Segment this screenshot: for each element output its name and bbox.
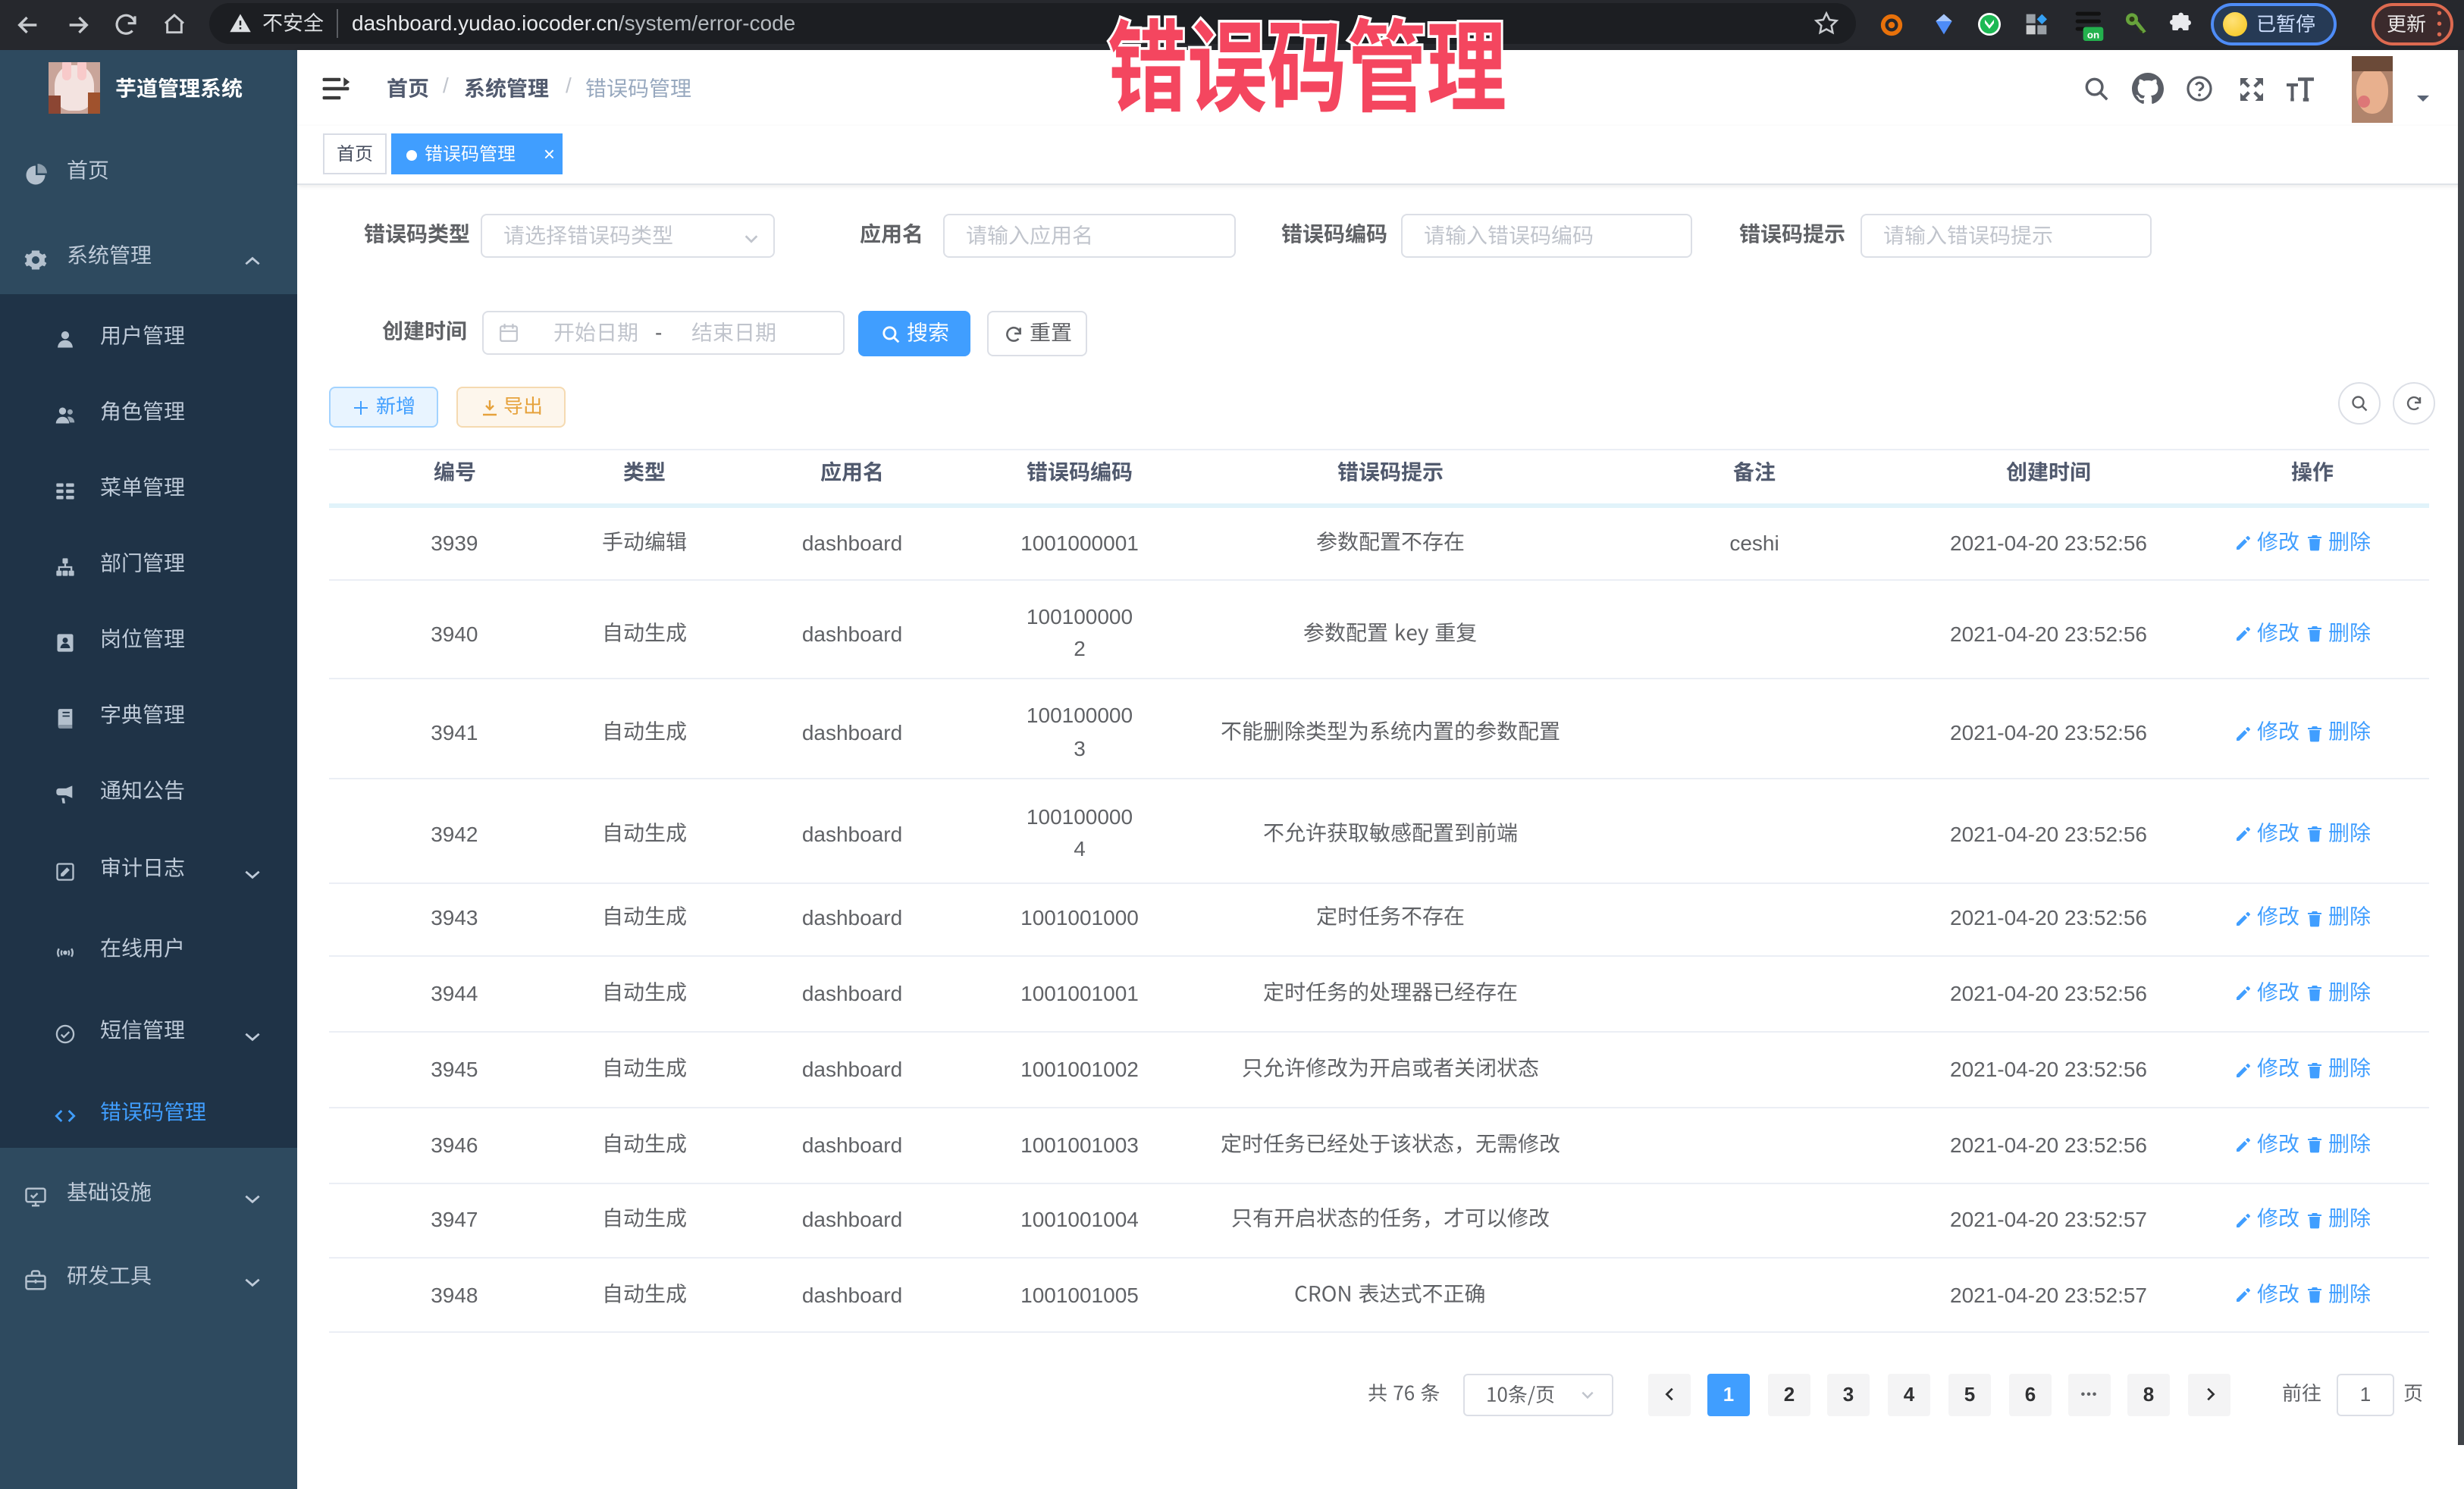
svg-text:on: on — [2087, 30, 2099, 41]
